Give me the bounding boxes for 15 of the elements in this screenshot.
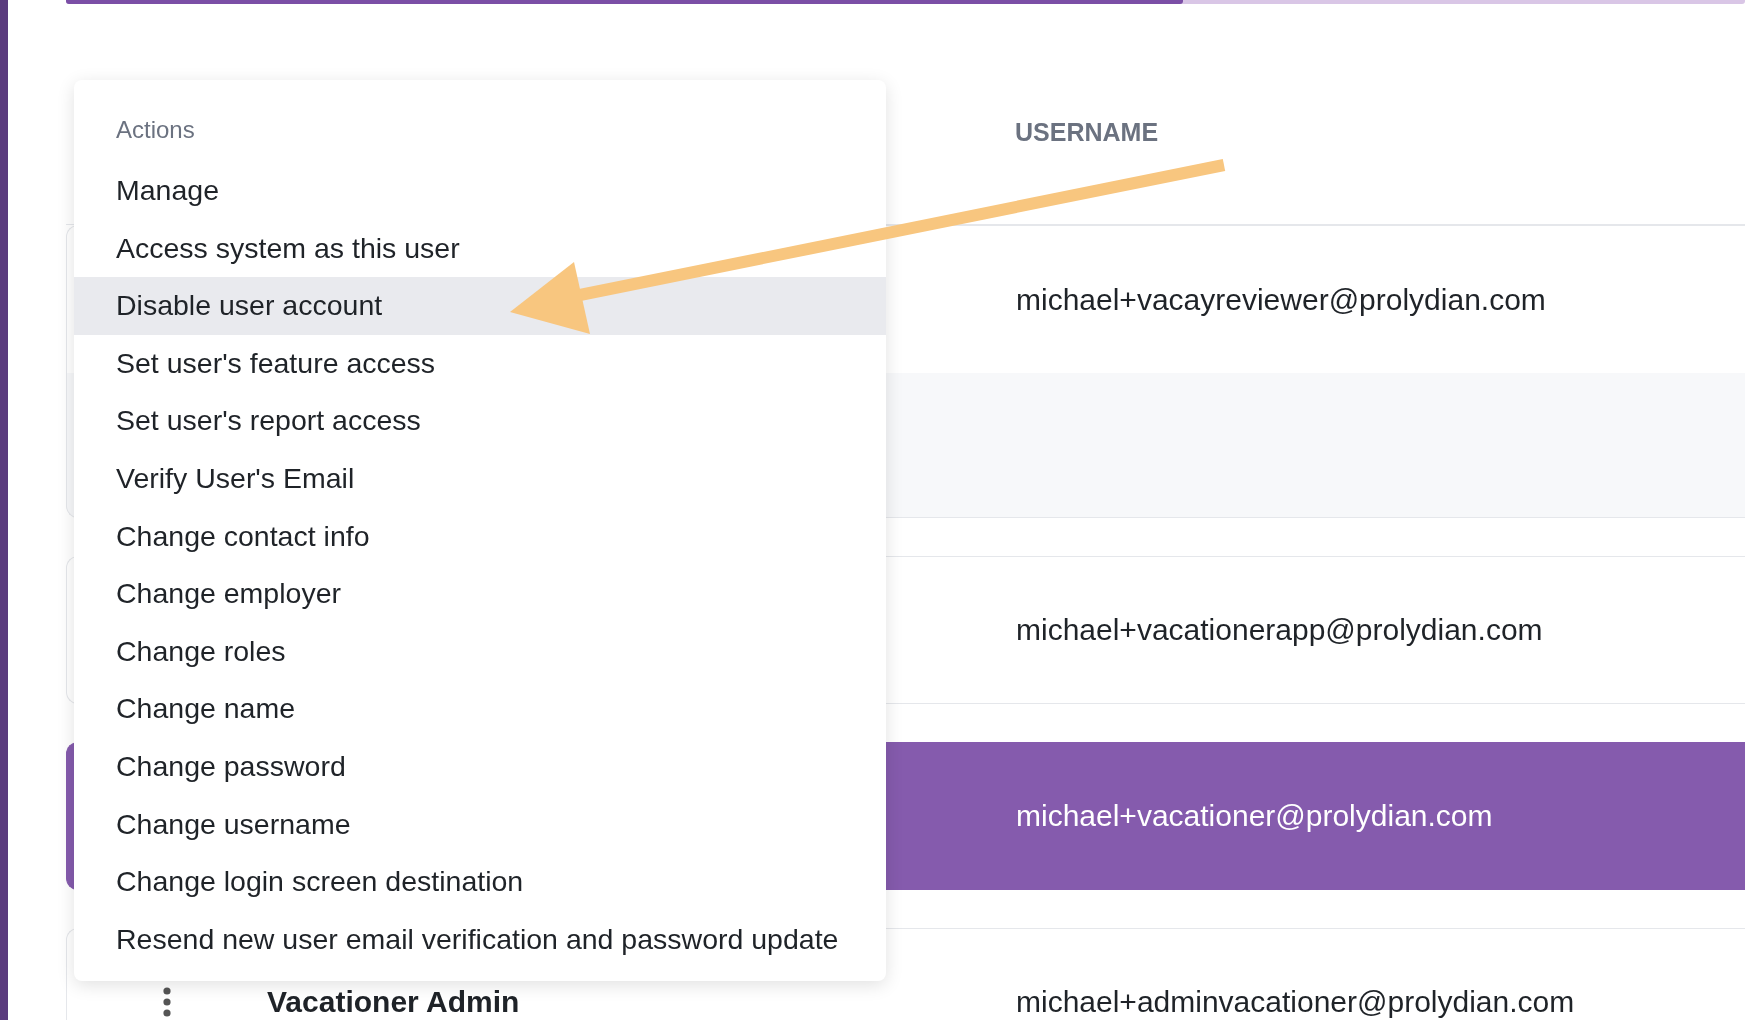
menu-title: Actions [115,115,196,145]
more-options-icon[interactable] [162,987,172,1017]
user-name: Vacationer Admin [267,985,520,1018]
menu-item[interactable]: Change roles [74,622,886,681]
username-cell: michael+vacationer@prolydian.com [1016,799,1493,833]
menu-item[interactable]: Set user's report access [74,392,886,450]
username-cell: michael+adminvacationer@prolydian.com [1016,985,1575,1019]
username-cell: michael+vacayreviewer@prolydian.com [1016,282,1546,317]
menu-item[interactable]: Change employer [74,565,886,623]
column-header[interactable]: USERNAME [1015,117,1159,147]
menu-item[interactable]: Change username [74,795,886,854]
menu-item[interactable]: Manage [74,162,886,220]
menu-item[interactable]: Disable user account [74,277,886,335]
menu-item[interactable]: Verify User's Email [74,449,886,508]
username-cell: michael+vacationerapp@prolydian.com [1016,613,1543,647]
